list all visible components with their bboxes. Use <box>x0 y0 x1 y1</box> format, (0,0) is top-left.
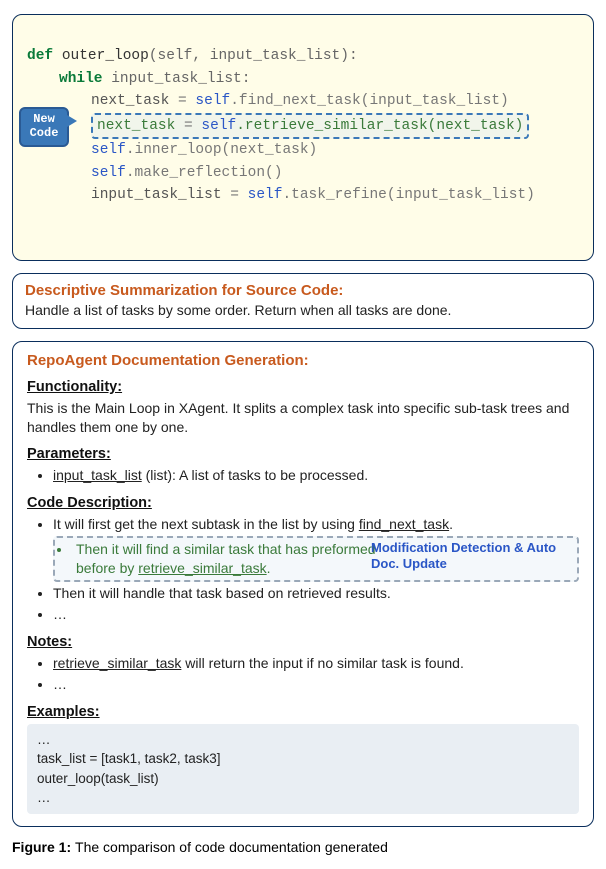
summarization-title: Descriptive Summarization for Source Cod… <box>25 282 581 299</box>
examples-head: Examples: <box>27 704 579 720</box>
notes-head: Notes: <box>27 634 579 650</box>
highlighted-new-line: next_task = self.retrieve_similar_task(n… <box>91 113 529 139</box>
l7-lhs: input_task_list <box>91 187 230 203</box>
kw-def: def <box>27 48 62 64</box>
l4-call: .retrieve_similar_task(next_task) <box>236 118 523 134</box>
notes-ellipsis: … <box>53 675 579 694</box>
l5-call: .inner_loop(next_task) <box>126 142 317 158</box>
functionality-head: Functionality: <box>27 379 579 395</box>
notes-rest: will return the input if no similar task… <box>181 655 463 671</box>
l3-lhs: next_task <box>91 93 178 109</box>
code-desc-item: It will first get the next subtask in th… <box>53 515 579 534</box>
l7-self: self <box>248 187 283 203</box>
mod-post: . <box>267 560 271 576</box>
code-desc-ellipsis: … <box>53 605 579 624</box>
l6-call: .make_reflection() <box>126 165 283 181</box>
l3-call: .find_next_task(input_task_list) <box>230 93 508 109</box>
l4-lhs: next_task <box>97 118 184 134</box>
l7-eq: = <box>230 187 247 203</box>
notes-u: retrieve_similar_task <box>53 655 181 671</box>
l5-self: self <box>91 142 126 158</box>
parameters-head: Parameters: <box>27 446 579 462</box>
summarization-text: Handle a list of tasks by some order. Re… <box>25 302 581 318</box>
cd-pre: It will first get the next subtask in th… <box>53 516 359 532</box>
summarization-panel: Descriptive Summarization for Source Cod… <box>12 273 594 329</box>
modification-label: Modification Detection & Auto Doc. Updat… <box>371 540 571 571</box>
param-rest: (list): A list of tasks to be processed. <box>142 467 368 483</box>
while-cond: input_task_list: <box>111 71 250 87</box>
example-line: task_list = [task1, task2, task3] <box>37 749 569 769</box>
fn-name: outer_loop <box>62 48 149 64</box>
code-desc-item: Then it will handle that task based on r… <box>53 584 579 603</box>
code-panel: def outer_loop(self, input_task_list): w… <box>12 14 594 261</box>
example-line: … <box>37 730 569 750</box>
parameter-item: input_task_list (list): A list of tasks … <box>53 466 579 485</box>
l3-eq: = <box>178 93 195 109</box>
code-description-list: It will first get the next subtask in th… <box>27 515 579 623</box>
l3-self: self <box>195 93 230 109</box>
l7-call: .task_refine(input_task_list) <box>282 187 534 203</box>
cd-u: find_next_task <box>359 516 449 532</box>
code-description-head: Code Description: <box>27 495 579 511</box>
notes-item: retrieve_similar_task will return the in… <box>53 654 579 673</box>
param-name: input_task_list <box>53 467 142 483</box>
kw-while: while <box>59 71 111 87</box>
l6-self: self <box>91 165 126 181</box>
fn-params: (self, input_task_list): <box>149 48 358 64</box>
figure-caption-bold: Figure 1: <box>12 839 75 855</box>
example-line: outer_loop(task_list) <box>37 769 569 789</box>
code-desc-modified-item: Then it will find a similar task that ha… <box>53 536 579 582</box>
figure-caption-rest: The comparison of code documentation gen… <box>75 839 388 855</box>
doc-panel: RepoAgent Documentation Generation: Func… <box>12 341 594 827</box>
parameters-list: input_task_list (list): A list of tasks … <box>27 466 579 485</box>
notes-list: retrieve_similar_task will return the in… <box>27 654 579 694</box>
example-line: … <box>37 788 569 808</box>
l4-self: self <box>201 118 236 134</box>
functionality-text: This is the Main Loop in XAgent. It spli… <box>27 399 579 437</box>
l4-eq: = <box>184 118 201 134</box>
figure-caption: Figure 1: The comparison of code documen… <box>12 839 594 855</box>
mod-u: retrieve_similar_task <box>138 560 266 576</box>
example-box: … task_list = [task1, task2, task3] oute… <box>27 724 579 814</box>
new-code-badge: New Code <box>19 107 69 147</box>
doc-title: RepoAgent Documentation Generation: <box>27 352 579 369</box>
cd-post: . <box>449 516 453 532</box>
